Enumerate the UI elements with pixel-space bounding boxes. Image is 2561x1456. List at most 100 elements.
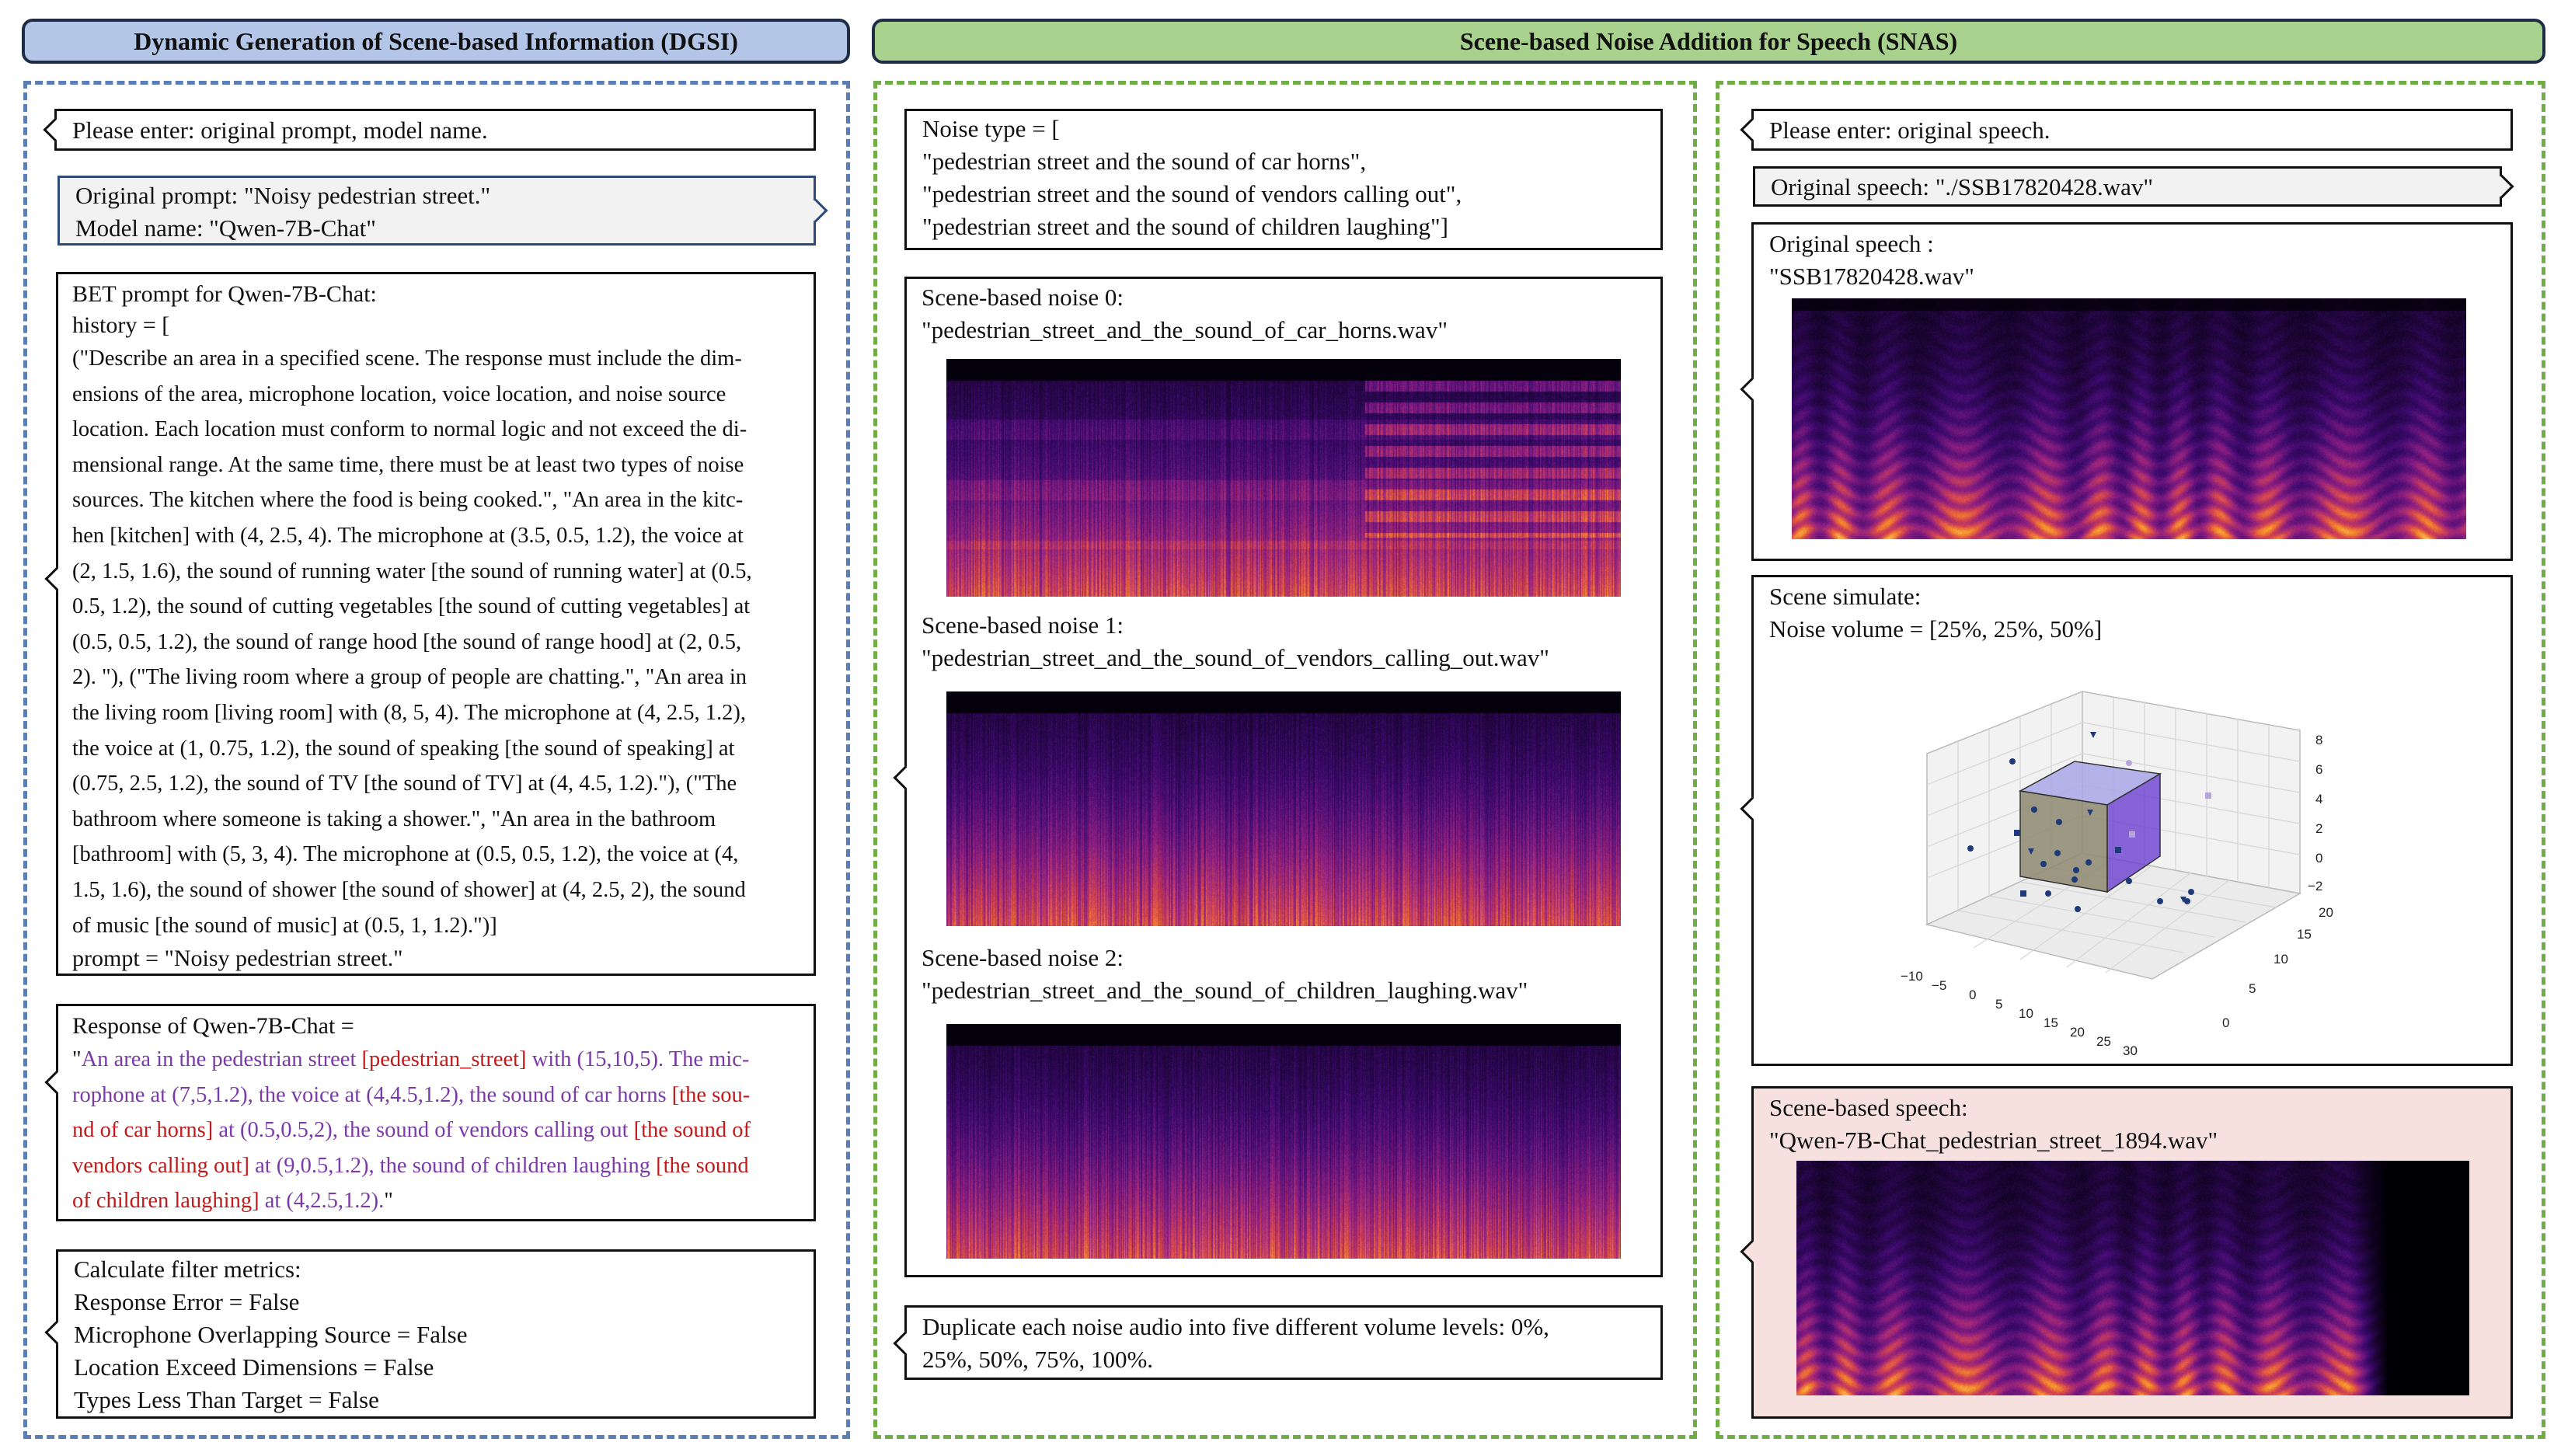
- orig-speech-title: Original speech :: [1769, 230, 1934, 257]
- bet-history-open: history = [: [72, 312, 170, 338]
- response-tag: of children laughing]: [72, 1189, 260, 1214]
- duplicate-line: 25%, 50%, 75%, 100%.: [922, 1346, 1154, 1373]
- response-line: vendors calling out] at (9,0.5,1.2), the…: [72, 1148, 800, 1184]
- response-text: at (4,2.5,1.2).: [259, 1189, 385, 1214]
- bet-history-line: (0.75, 2.5, 1.2), the sound of TV [the s…: [72, 772, 737, 796]
- response-tag: [the sound of: [633, 1118, 751, 1143]
- response-tag: [the sound: [656, 1153, 749, 1178]
- x-tick: −5: [1932, 978, 1946, 993]
- y-tick: 15: [2297, 927, 2312, 942]
- noise1-caption: Scene-based noise 1: "pedestrian_street_…: [922, 609, 1549, 674]
- speech-input-text: Please enter: original speech.: [1769, 117, 2051, 144]
- noise-type-box: Noise type = [ "pedestrian street and th…: [904, 109, 1663, 250]
- bet-history-line: 1.5, 1.6), the sound of shower [the soun…: [72, 877, 746, 902]
- model-name-value: Model name: "Qwen-7B-Chat": [75, 214, 376, 242]
- response-text: at (9,0.5,1.2), the sound of children la…: [249, 1153, 657, 1178]
- response-line: rophone at (7,5,1.2), the voice at (4,4.…: [72, 1078, 800, 1113]
- z-tick: −2: [2308, 879, 2322, 893]
- snas-header-title: Scene-based Noise Addition for Speech (S…: [1459, 26, 1958, 55]
- dgsi-header: Dynamic Generation of Scene-based Inform…: [22, 19, 850, 64]
- z-tick: 2: [2315, 821, 2322, 836]
- bet-history-line: bathroom where someone is taking a showe…: [72, 806, 716, 831]
- noise1-title: Scene-based noise 1:: [922, 611, 1124, 639]
- z-tick-labels: 8 6 4 2 0 −2: [2308, 733, 2322, 893]
- metric-types-less: Types Less Than Target = False: [74, 1386, 379, 1413]
- metrics-box: Calculate filter metrics: Response Error…: [56, 1249, 816, 1419]
- x-tick: 0: [1969, 988, 1976, 1002]
- orig-speech-spectrogram: [1792, 298, 2466, 539]
- bet-history-line: 0.5, 1.2), the sound of cutting vegetabl…: [72, 594, 751, 619]
- noise1-filename: "pedestrian_street_and_the_sound_of_vend…: [922, 644, 1549, 671]
- scene-3d-plot: 8 6 4 2 0 −2 0 5 10 15 20 −10 −5 0 5 10 …: [1901, 691, 2333, 1058]
- scene-speech-filename: "Qwen-7B-Chat_pedestrian_street_1894.wav…: [1769, 1127, 2218, 1154]
- response-line: "An area in the pedestrian street [pedes…: [72, 1042, 800, 1078]
- y-tick: 0: [2222, 1015, 2229, 1030]
- y-tick: 10: [2274, 952, 2288, 967]
- bet-history-line: ensions of the area, microphone location…: [72, 381, 726, 406]
- bet-history-line: mensional range. At the same time, there…: [72, 452, 744, 477]
- response-quote: ": [384, 1189, 393, 1214]
- noise2-title: Scene-based noise 2:: [922, 944, 1124, 971]
- x-tick: 15: [2044, 1015, 2058, 1030]
- metric-location-exceed: Location Exceed Dimensions = False: [74, 1353, 434, 1381]
- dgsi-header-title: Dynamic Generation of Scene-based Inform…: [134, 26, 738, 55]
- noise2-caption: Scene-based noise 2: "pedestrian_street_…: [922, 942, 1528, 1007]
- bet-history-line: of music [the sound of music] at (0.5, 1…: [72, 913, 497, 938]
- metrics-title: Calculate filter metrics:: [74, 1256, 301, 1283]
- orig-speech-filename: "SSB17820428.wav": [1769, 263, 1974, 290]
- speech-input-box: Please enter: original speech.: [1751, 109, 2513, 151]
- noise-type-item: "pedestrian street and the sound of car …: [922, 148, 1367, 175]
- bet-prompt-box: BET prompt for Qwen-7B-Chat: history = […: [56, 272, 816, 976]
- response-tag: vendors calling out]: [72, 1153, 249, 1178]
- metric-response-error: Response Error = False: [74, 1288, 300, 1315]
- z-tick: 4: [2315, 792, 2322, 806]
- noise0-filename: "pedestrian_street_and_the_sound_of_car_…: [922, 316, 1448, 343]
- response-tag: [the sou-: [671, 1082, 751, 1107]
- scene-speech-spectrogram: [1796, 1161, 2469, 1395]
- noise-volume-value: Noise volume = [25%, 25%, 50%]: [1769, 615, 2103, 643]
- duplicate-line: Duplicate each noise audio into five dif…: [922, 1313, 1549, 1340]
- z-tick: 0: [2315, 851, 2322, 866]
- response-tag: [pedestrian_street]: [361, 1047, 527, 1071]
- dgsi-input-text: Please enter: original prompt, model nam…: [72, 117, 488, 144]
- x-tick-labels: −10 −5 0 5 10 15 20 25 30: [1901, 969, 2138, 1058]
- speech-value-text: Original speech: "./SSB17820428.wav": [1771, 173, 2153, 200]
- z-tick: 8: [2315, 733, 2322, 747]
- room-box-front: [2019, 790, 2108, 893]
- bet-history-line: 2). "), ("The living room where a group …: [72, 665, 747, 690]
- x-tick: 10: [2019, 1006, 2033, 1021]
- y-tick: 5: [2249, 981, 2256, 996]
- response-text: at (0.5,0.5,2), the sound of vendors cal…: [213, 1118, 634, 1143]
- noise-type-item: "pedestrian street and the sound of vend…: [922, 180, 1462, 207]
- duplicate-box: Duplicate each noise audio into five dif…: [904, 1305, 1663, 1380]
- y-tick: 20: [2319, 905, 2333, 920]
- bet-history-body: ("Describe an area in a specified scene.…: [72, 341, 800, 943]
- noise0-caption: Scene-based noise 0: "pedestrian_street_…: [922, 281, 1448, 347]
- dgsi-input-box: Please enter: original prompt, model nam…: [54, 109, 816, 151]
- response-text: with (15,10,5). The mic-: [526, 1047, 750, 1071]
- metric-mic-overlap: Microphone Overlapping Source = False: [74, 1321, 468, 1348]
- response-quote: ": [72, 1047, 82, 1071]
- response-line: of children laughing] at (4,2.5,1.2).": [72, 1183, 800, 1219]
- original-prompt-value: Original prompt: "Noisy pedestrian stree…: [75, 182, 491, 209]
- noise2-spectrogram: [946, 1024, 1621, 1259]
- bet-history-line: hen [kitchen] with (4, 2.5, 4). The micr…: [72, 523, 744, 548]
- bet-history-line: sources. The kitchen where the food is b…: [72, 488, 744, 513]
- bet-prompt-title: BET prompt for Qwen-7B-Chat:: [72, 281, 377, 307]
- bet-history-line: (0.5, 0.5, 1.2), the sound of range hood…: [72, 629, 742, 654]
- x-tick: 25: [2096, 1034, 2111, 1049]
- speech-value-box: Original speech: "./SSB17820428.wav": [1753, 166, 2502, 207]
- x-tick: −10: [1901, 969, 1923, 984]
- scene-speech-title: Scene-based speech:: [1769, 1094, 1968, 1121]
- x-tick: 20: [2070, 1025, 2085, 1040]
- x-tick: 5: [1995, 997, 2002, 1012]
- noise2-filename: "pedestrian_street_and_the_sound_of_chil…: [922, 977, 1528, 1004]
- bet-history-line: the voice at (1, 0.75, 1.2), the sound o…: [72, 736, 735, 761]
- bet-prompt-line: prompt = "Noisy pedestrian street.": [72, 946, 403, 972]
- snas-header: Scene-based Noise Addition for Speech (S…: [872, 19, 2545, 64]
- bet-history-line: (2, 1.5, 1.6), the sound of running wate…: [72, 559, 752, 583]
- bet-history-line: the living room [living room] with (8, 5…: [72, 700, 746, 725]
- bet-history-line: [bathroom] with (5, 3, 4). The microphon…: [72, 842, 739, 867]
- response-tag: nd of car horns]: [72, 1118, 214, 1143]
- noise0-spectrogram: [946, 359, 1621, 597]
